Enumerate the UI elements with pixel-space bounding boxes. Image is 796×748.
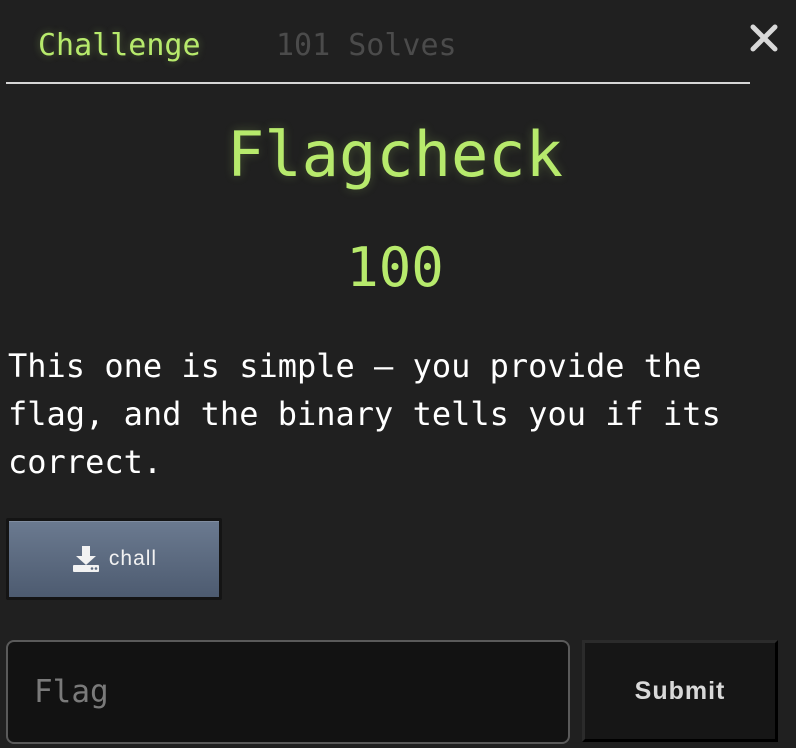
- tab-solves[interactable]: 101 Solves: [276, 28, 457, 64]
- challenge-points: 100: [346, 236, 444, 299]
- challenge-description: This one is simple – you provide the fla…: [8, 347, 721, 481]
- tab-bar: Challenge 101 Solves: [6, 18, 750, 84]
- download-file-label: chall: [108, 547, 158, 570]
- close-icon: [750, 24, 778, 52]
- tab-challenge[interactable]: Challenge: [38, 28, 201, 64]
- submit-button[interactable]: Submit: [582, 640, 778, 742]
- flag-input[interactable]: [6, 640, 570, 744]
- download-icon: [72, 546, 99, 572]
- download-file-button[interactable]: chall: [6, 518, 222, 600]
- challenge-modal: Challenge 101 Solves Flagcheck 100 This …: [0, 0, 796, 748]
- close-button[interactable]: [748, 22, 780, 54]
- download-button-content: chall: [71, 545, 157, 573]
- challenge-title: Flagcheck: [227, 118, 563, 191]
